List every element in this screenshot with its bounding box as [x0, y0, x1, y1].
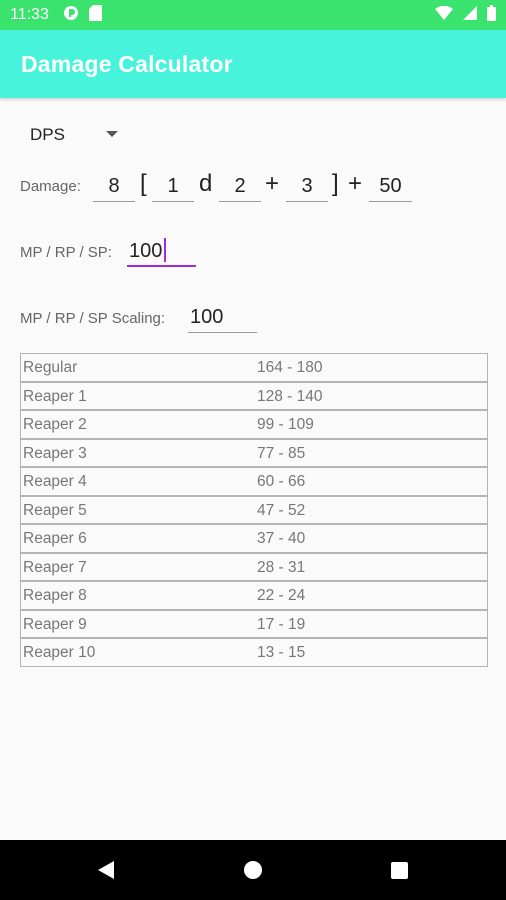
row-name: Reaper 3 — [23, 444, 87, 462]
dropdown-arrow-icon — [106, 131, 118, 137]
table-row: Reaper 1 128 - 140 — [20, 381, 488, 410]
row-range: 37 - 40 — [257, 530, 306, 547]
back-icon[interactable] — [98, 861, 114, 879]
sd-card-icon — [88, 4, 102, 26]
row-name: Reaper 7 — [23, 558, 87, 576]
table-row: Reaper 9 17 - 19 — [20, 609, 488, 638]
battery-icon — [487, 4, 496, 26]
table-row: Regular 164 - 180 — [20, 353, 488, 382]
row-name: Reaper 8 — [23, 587, 87, 604]
row-name: Reaper 1 — [23, 387, 87, 405]
text-cursor — [164, 238, 166, 262]
wifi-icon — [435, 5, 453, 25]
flat-bonus-input[interactable] — [369, 172, 412, 202]
recents-icon[interactable] — [391, 862, 408, 879]
table-row: Reaper 7 28 - 31 — [20, 552, 488, 581]
table-row: Reaper 8 22 - 24 — [20, 581, 488, 610]
table-row: Reaper 5 47 - 52 — [20, 495, 488, 524]
row-range: 128 - 140 — [257, 387, 323, 405]
scaling-label: MP / RP / SP Scaling: — [20, 310, 166, 327]
plus-symbol: + — [265, 170, 280, 197]
dice-sides-input[interactable] — [219, 172, 261, 202]
scaling-input[interactable] — [188, 303, 257, 333]
pocket-casts-icon — [63, 5, 79, 26]
mode-dropdown-value: DPS — [30, 125, 65, 144]
damage-multiplier-input[interactable] — [93, 172, 135, 202]
row-range: 164 - 180 — [257, 359, 323, 376]
status-bar: 11:33 — [0, 0, 506, 30]
app-title: Damage Calculator — [21, 50, 233, 77]
plus-symbol-2: + — [348, 170, 363, 197]
table-row: Reaper 4 60 - 66 — [20, 467, 488, 496]
table-row: Reaper 2 99 - 109 — [20, 410, 488, 439]
open-bracket: [ — [140, 170, 147, 197]
close-bracket: ] — [332, 170, 339, 197]
dice-d-symbol: d — [199, 170, 213, 197]
row-range: 47 - 52 — [257, 501, 306, 519]
row-range: 99 - 109 — [257, 416, 314, 433]
row-name: Reaper 2 — [23, 416, 87, 433]
row-range: 22 - 24 — [257, 587, 306, 604]
app-bar: Damage Calculator — [0, 30, 506, 98]
row-name: Reaper 6 — [23, 530, 87, 547]
row-name: Regular — [23, 359, 78, 376]
table-row: Reaper 10 13 - 15 — [20, 638, 488, 667]
table-row: Reaper 6 37 - 40 — [20, 524, 488, 553]
row-name: Reaper 5 — [23, 501, 87, 519]
status-right-group — [435, 4, 496, 26]
row-name: Reaper 4 — [23, 473, 87, 490]
row-range: 13 - 15 — [257, 644, 306, 661]
row-range: 28 - 31 — [257, 558, 306, 576]
mp-input[interactable] — [127, 237, 196, 267]
mp-label: MP / RP / SP: — [20, 244, 112, 261]
row-name: Reaper 10 — [23, 644, 96, 661]
row-range: 17 - 19 — [257, 615, 306, 633]
results-table: Regular 164 - 180 Reaper 1 128 - 140 Rea… — [20, 353, 488, 667]
row-range: 60 - 66 — [257, 473, 306, 490]
home-icon[interactable] — [244, 861, 262, 879]
table-row: Reaper 3 77 - 85 — [20, 438, 488, 467]
row-range: 77 - 85 — [257, 444, 306, 462]
row-name: Reaper 9 — [23, 615, 87, 633]
mode-dropdown[interactable]: DPS — [20, 118, 130, 152]
cellular-icon — [463, 5, 477, 25]
dice-bonus-input[interactable] — [286, 172, 328, 202]
damage-label: Damage: — [20, 178, 81, 195]
dice-count-input[interactable] — [152, 172, 194, 202]
status-time: 11:33 — [10, 6, 49, 23]
